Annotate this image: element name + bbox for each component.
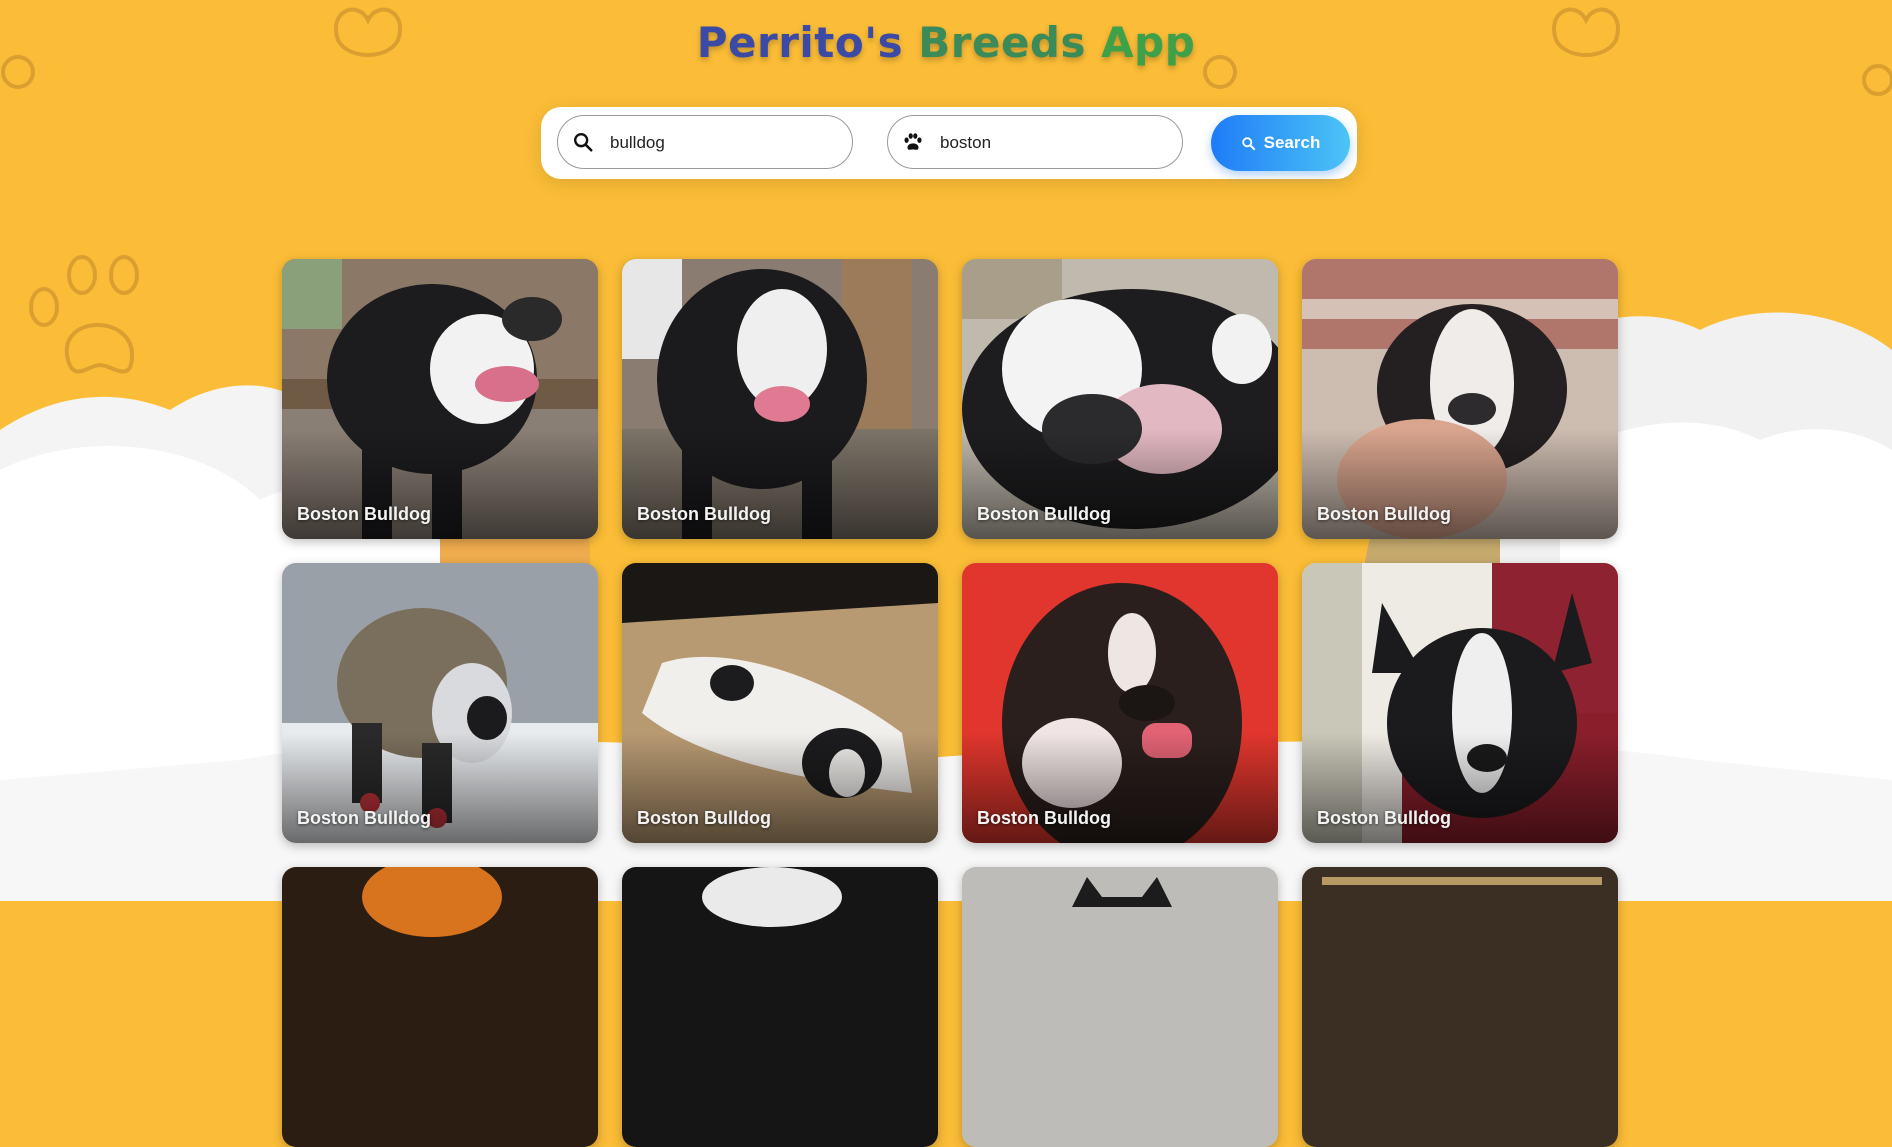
title-word-2: Breeds (918, 18, 1086, 67)
dog-photo (622, 867, 938, 1147)
breed-label: Boston Bulldog (1317, 808, 1451, 828)
page-title: Perrito's Breeds App (0, 18, 1892, 67)
dog-card[interactable]: Boston Bulldog (622, 259, 938, 539)
sub-breed-field[interactable] (887, 115, 1183, 169)
dog-card[interactable]: Boston Bulldog (962, 563, 1278, 843)
dog-card[interactable]: Boston Bulldog (282, 259, 598, 539)
search-bar: Search (541, 107, 1357, 179)
dog-card[interactable] (1302, 867, 1618, 1147)
breed-input[interactable] (608, 126, 842, 160)
breed-label: Boston Bulldog (637, 808, 771, 828)
breed-label: Boston Bulldog (297, 808, 431, 828)
breed-label: Boston Bulldog (637, 504, 771, 524)
search-icon (1241, 136, 1255, 150)
breed-field[interactable] (557, 115, 853, 169)
dog-card[interactable] (962, 867, 1278, 1147)
title-word-3: App (1101, 18, 1196, 67)
sub-breed-input[interactable] (938, 126, 1172, 160)
breed-label: Boston Bulldog (1317, 504, 1451, 524)
search-button[interactable]: Search (1211, 115, 1350, 171)
dog-card[interactable]: Boston Bulldog (1302, 563, 1618, 843)
dog-card[interactable] (282, 867, 598, 1147)
dog-card[interactable] (622, 867, 938, 1147)
paw-icon (904, 133, 922, 150)
dog-card[interactable]: Boston Bulldog (282, 563, 598, 843)
breed-label: Boston Bulldog (977, 504, 1111, 524)
dog-photo (962, 867, 1278, 1147)
search-button-label: Search (1263, 133, 1321, 152)
dog-photo (1302, 867, 1618, 1147)
search-icon (574, 133, 593, 152)
dog-card[interactable]: Boston Bulldog (962, 259, 1278, 539)
breed-label: Boston Bulldog (977, 808, 1111, 828)
paw-print-decoration (29, 255, 139, 374)
dog-card[interactable]: Boston Bulldog (622, 563, 938, 843)
breed-label: Boston Bulldog (297, 504, 431, 524)
title-word-1: Perrito's (696, 18, 904, 67)
dog-photo (282, 867, 598, 1147)
dog-card[interactable]: Boston Bulldog (1302, 259, 1618, 539)
